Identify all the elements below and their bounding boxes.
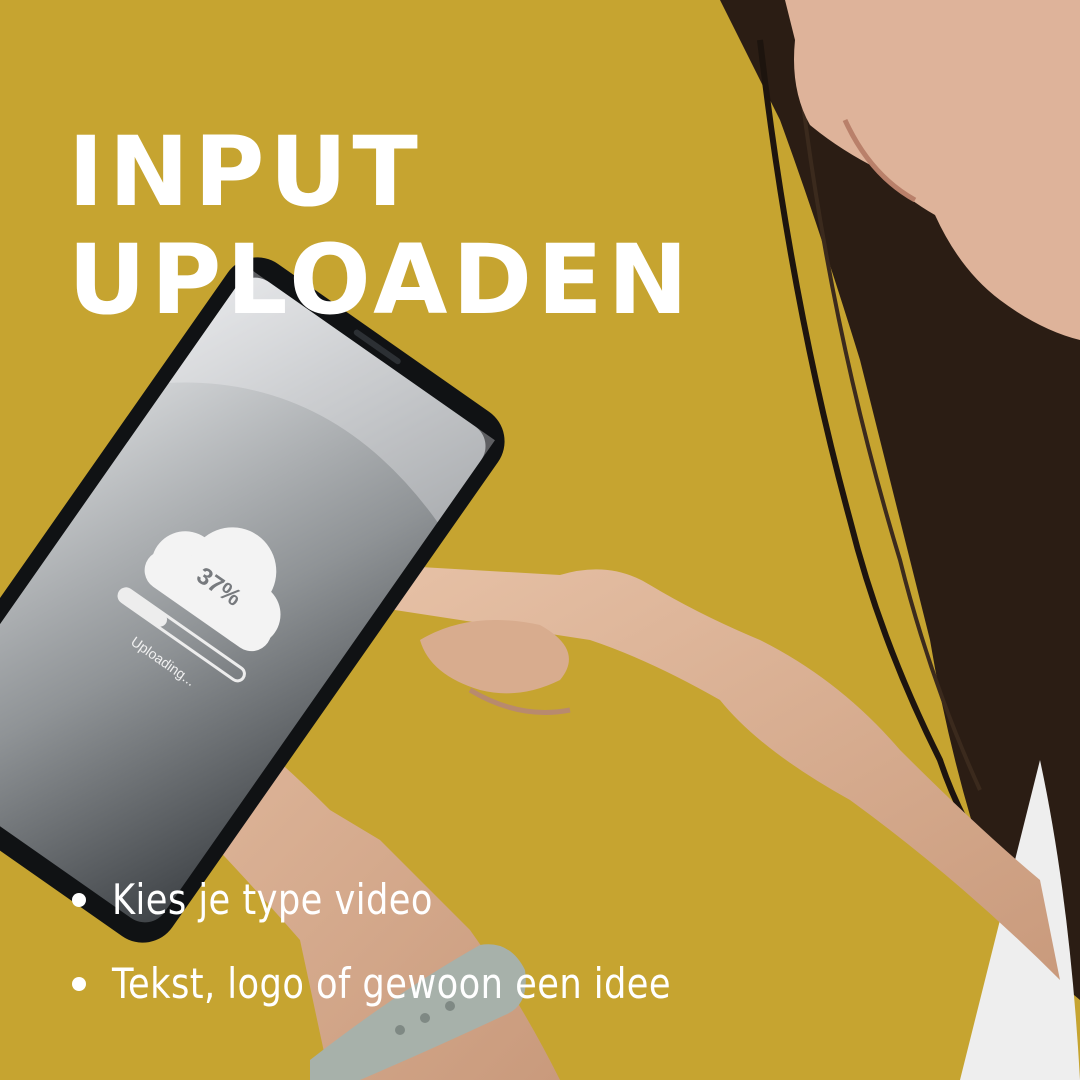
bullet-item: Kies je type video	[72, 858, 778, 942]
bullet-item: Tekst, logo of gewoon een idee	[72, 942, 778, 1026]
title-line-1: INPUT	[68, 116, 423, 228]
poster: 37% Uploading... INPUT UPLOADEN Kies je …	[0, 0, 1080, 1080]
title-line-2: UPLOADEN	[68, 224, 693, 336]
bullet-dot-icon	[72, 893, 86, 907]
page-title: INPUT UPLOADEN	[68, 118, 693, 334]
bullet-text: Tekst, logo of gewoon een idee	[112, 959, 672, 1008]
bullet-text: Kies je type video	[112, 875, 433, 924]
bullet-dot-icon	[72, 977, 86, 991]
bullet-list: Kies je type video Tekst, logo of gewoon…	[72, 858, 778, 1026]
